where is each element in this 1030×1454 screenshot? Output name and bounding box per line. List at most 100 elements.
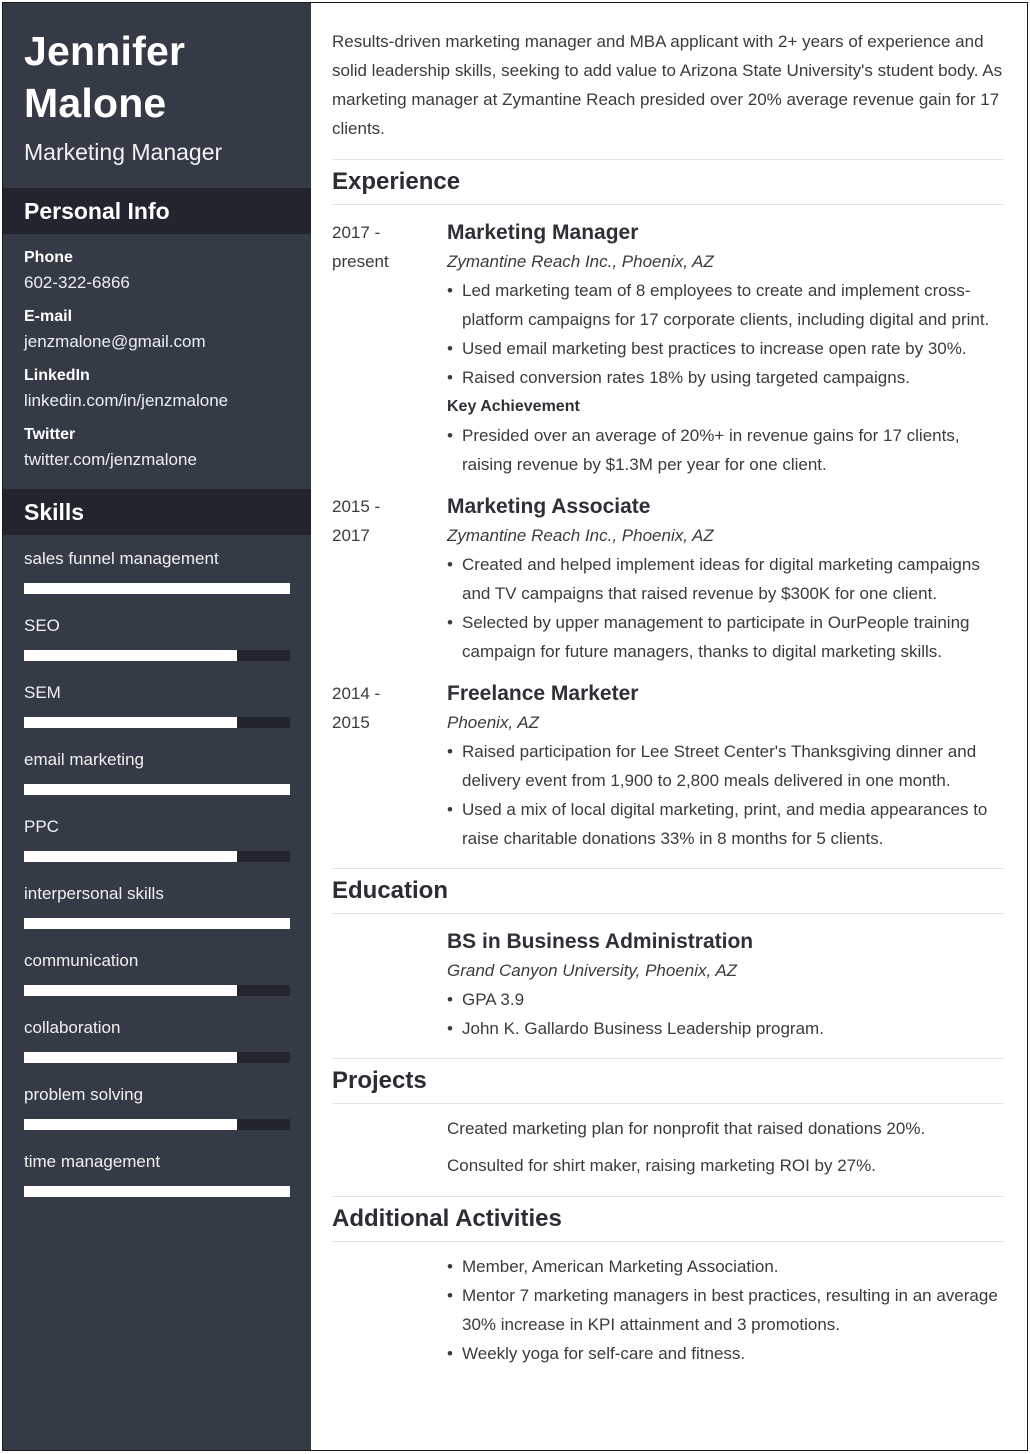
skill-level-fill [24,851,237,862]
skill-level-fill [24,1119,237,1130]
main-content: Results-driven marketing manager and MBA… [311,3,1027,1450]
skill-name: email marketing [24,750,144,769]
experience-heading: Experience [332,168,461,195]
company-location: Zymantine Reach Inc., Phoenix, AZ [447,526,714,545]
entry-date: 2014 - 2015 [332,679,447,853]
company-location: Phoenix, AZ [447,713,539,732]
entry-body: BS in Business Administration Grand Cany… [447,927,1004,1043]
phone-value[interactable]: 602-322-6866 [24,269,311,297]
entry-body: Freelance Marketer Phoenix, AZ Raised pa… [447,679,1004,853]
info-label: LinkedIn [24,367,90,384]
skill-level-fill [24,1052,237,1063]
entry-body: Marketing Manager Zymantine Reach Inc., … [447,218,1004,479]
skill-name: PPC [24,817,59,836]
skills-heading: Skills [3,489,311,535]
education-entry: BS in Business Administration Grand Cany… [332,927,1004,1043]
bullet-item: Used email marketing best practices to i… [447,334,1004,363]
bullet-item: Used a mix of local digital marketing, p… [447,795,1004,853]
entry-date: 2017 - present [332,218,447,479]
skill-level-fill [24,1186,290,1197]
skill-level-fill [24,985,237,996]
entry-date [332,1252,447,1368]
bullet-item: Weekly yoga for self-care and fitness. [447,1339,1004,1368]
linkedin-link[interactable]: linkedin.com/in/jenzmalone [24,387,311,415]
divider [332,913,1004,914]
summary-text: Results-driven marketing manager and MBA… [332,32,1003,138]
experience-entry: 2015 - 2017 Marketing Associate Zymantin… [332,492,1004,666]
bullet-item: Led marketing team of 8 employees to cre… [447,276,1004,334]
personal-info-list: Phone 602-322-6866 E-mail jenzmalone@gma… [3,234,311,474]
date-end: present [332,252,389,271]
divider [332,1103,1004,1104]
resume-page: Jennifer Malone Marketing Manager Person… [2,2,1028,1451]
bullet-item: John K. Gallardo Business Leadership pro… [447,1014,1004,1043]
skill-item: SEO [24,614,311,681]
info-phone: Phone 602-322-6866 [24,246,311,297]
skill-item: communication [24,949,311,1016]
skill-level-bar [24,650,290,661]
job-title: Freelance Marketer [447,682,639,705]
skill-name: time management [24,1152,161,1171]
entry-body: Created marketing plan for nonprofit tha… [447,1114,1004,1188]
skill-item: sales funnel management [24,547,311,614]
skill-level-bar [24,918,290,929]
info-email: E-mail jenzmalone@gmail.com [24,305,311,356]
skill-item: time management [24,1150,311,1217]
entry-date [332,927,447,1043]
personal-info-heading: Personal Info [3,188,311,234]
skill-name: problem solving [24,1085,144,1104]
date-start: 2014 - [332,684,381,703]
divider [332,1241,1004,1242]
project-item: Created marketing plan for nonprofit tha… [447,1119,926,1138]
job-title: Marketing Manager [24,139,223,165]
activities-heading: Additional Activities [332,1205,562,1232]
skill-level-bar [24,1119,290,1130]
job-title: Marketing Associate [447,495,651,518]
skill-name: interpersonal skills [24,884,164,903]
skill-item: PPC [24,815,311,882]
skill-name: sales funnel management [24,549,219,568]
skills-list: sales funnel management SEO SEM email ma… [3,535,311,1217]
bullet-item: Raised conversion rates 18% by using tar… [447,363,1004,392]
bullet-item: Created and helped implement ideas for d… [447,550,1004,608]
date-end: 2015 [332,713,370,732]
skill-level-fill [24,784,290,795]
skill-item: collaboration [24,1016,311,1083]
skill-level-fill [24,583,290,594]
skill-item: SEM [24,681,311,748]
email-link[interactable]: jenzmalone@gmail.com [24,328,311,356]
bullet-item: Presided over an average of 20%+ in reve… [447,421,1004,479]
bullet-list: Raised participation for Lee Street Cent… [447,737,1004,853]
school-location: Grand Canyon University, Phoenix, AZ [447,961,738,980]
info-label: E-mail [24,308,73,325]
experience-entry: 2017 - present Marketing Manager Zymanti… [332,218,1004,479]
info-twitter: Twitter twitter.com/jenzmalone [24,423,311,474]
entry-body: Member, American Marketing Association. … [447,1252,1004,1368]
bullet-list: GPA 3.9 John K. Gallardo Business Leader… [447,985,1004,1043]
bullet-item: Mentor 7 marketing managers in best prac… [447,1281,1004,1339]
skill-item: email marketing [24,748,311,815]
skill-name: collaboration [24,1018,121,1037]
skill-level-bar [24,1052,290,1063]
info-label: Phone [24,249,73,266]
name-last: Malone [24,80,167,126]
skill-level-bar [24,1186,290,1197]
info-linkedin: LinkedIn linkedin.com/in/jenzmalone [24,364,311,415]
skill-level-bar [24,851,290,862]
info-label: Twitter [24,426,76,443]
bullet-item: GPA 3.9 [447,985,1004,1014]
date-start: 2015 - [332,497,381,516]
bullet-list: Created and helped implement ideas for d… [447,550,1004,666]
experience-entry: 2014 - 2015 Freelance Marketer Phoenix, … [332,679,1004,853]
skill-level-bar [24,717,290,728]
projects-entry: Created marketing plan for nonprofit tha… [332,1114,1004,1188]
activities-entry: Member, American Marketing Association. … [332,1252,1004,1368]
skill-level-bar [24,985,290,996]
sidebar: Jennifer Malone Marketing Manager Person… [3,3,311,1450]
divider [332,204,1004,205]
bullet-item: Selected by upper management to particip… [447,608,1004,666]
job-title: Marketing Manager [447,221,639,244]
twitter-link[interactable]: twitter.com/jenzmalone [24,446,311,474]
skill-level-fill [24,650,237,661]
skill-level-bar [24,784,290,795]
